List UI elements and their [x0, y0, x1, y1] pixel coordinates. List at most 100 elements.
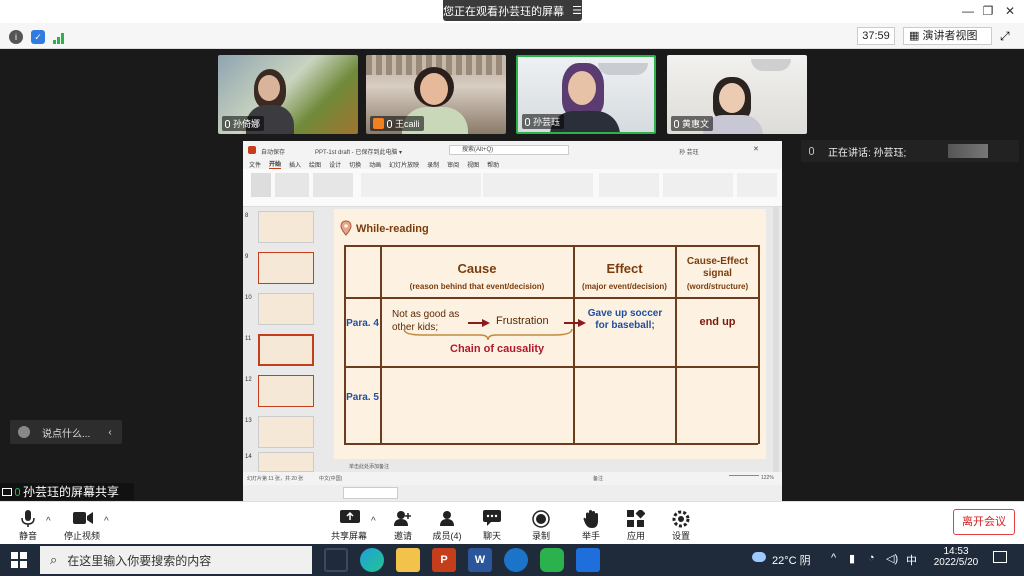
slide-thumbnail[interactable] [258, 375, 314, 407]
menu-item[interactable]: 录制 [427, 160, 439, 169]
notes-placeholder[interactable]: 单击此处添加备注 [349, 463, 389, 470]
participant-label: 王caili [370, 116, 424, 131]
mute-button[interactable]: 静音 [8, 510, 48, 542]
ppt-ribbon[interactable] [243, 169, 782, 207]
language-status: 中文(中国) [319, 476, 343, 482]
raise-hand-button[interactable]: 举手 [571, 510, 611, 542]
volume-icon[interactable]: ◁) [886, 552, 898, 565]
wechat-icon[interactable] [540, 548, 564, 572]
menu-item[interactable]: 幻灯片放映 [389, 160, 419, 169]
menu-item[interactable]: 审阅 [447, 160, 459, 169]
chat-label: 聊天 [482, 531, 501, 541]
slide-thumbnail-pane[interactable]: 8 9 10 11 12 13 14 [243, 207, 325, 472]
frustration-text: Frustration [496, 315, 549, 327]
apps-grid-icon [627, 508, 646, 527]
inner-taskbar [243, 485, 782, 501]
emoji-icon[interactable] [18, 426, 30, 438]
ribbon-group [663, 173, 733, 197]
invite-label: 邀请 [393, 531, 412, 541]
slide-thumbnail[interactable] [258, 416, 314, 448]
ie-icon[interactable] [504, 548, 528, 572]
microphone-icon [674, 119, 679, 128]
ppt-search[interactable]: 搜索(Alt+Q) [449, 145, 569, 155]
notes-button[interactable]: 备注 [593, 475, 603, 482]
menu-item[interactable]: 插入 [289, 160, 301, 169]
powerpoint-icon[interactable]: P [432, 548, 456, 572]
video-tile-active[interactable]: 孙芸珏 [516, 55, 656, 134]
inner-window-preview [343, 487, 398, 499]
chevron-up-icon[interactable]: ^ [371, 516, 376, 527]
lamp [598, 63, 648, 75]
ppt-close-icon[interactable]: ✕ [753, 145, 759, 153]
participant-label: 孙芸珏 [522, 114, 565, 129]
tencent-meeting-icon[interactable] [576, 548, 600, 572]
info-icon[interactable]: i [9, 30, 23, 44]
ime-indicator[interactable]: 中 [906, 552, 917, 568]
file-explorer-icon[interactable] [396, 548, 420, 572]
shield-icon[interactable]: ✓ [31, 30, 45, 44]
edge-icon[interactable] [360, 548, 384, 572]
stop-video-button[interactable]: 停止视频 [60, 510, 104, 542]
slide-thumbnail[interactable] [258, 293, 314, 325]
header-signal: Cause-Effect signal [686, 256, 749, 279]
ppt-titlebar: 自动保存 PPT-1st draft - 已保存到此电脑 ▾ 搜索(Alt+Q)… [243, 141, 782, 159]
slide-canvas[interactable]: While-reading Cause (reason behind that … [334, 209, 766, 459]
taskbar-search[interactable]: ⌕ 在这里输入你要搜索的内容 [40, 546, 312, 574]
chat-input[interactable]: 说点什么... ‹ [10, 420, 122, 444]
section-title: While-reading [356, 223, 429, 235]
close-icon[interactable]: ✕ [996, 2, 1024, 20]
chevron-left-icon[interactable]: ‹ [108, 427, 111, 438]
chat-button[interactable]: 聊天 [472, 510, 512, 542]
menu-item[interactable]: 帮助 [487, 160, 499, 169]
zoom-level[interactable]: 122% [761, 475, 774, 481]
screen-share-label: 孙芸珏的屏幕共享 [0, 483, 134, 500]
network-icon[interactable]: ◔ [868, 552, 875, 564]
expand-icon[interactable]: ⤢ [1000, 29, 1010, 44]
slide-thumbnail[interactable] [258, 252, 314, 284]
menu-item[interactable]: 设计 [329, 160, 341, 169]
weather-text[interactable]: 22°C 阴 [772, 552, 811, 568]
notification-icon[interactable] [993, 551, 1007, 563]
video-tile[interactable]: 王caili [366, 55, 506, 134]
word-icon[interactable]: W [468, 548, 492, 572]
share-screen-button[interactable]: 共享屏幕 [327, 510, 371, 542]
thumb-number: 9 [245, 254, 249, 260]
task-view-icon[interactable] [324, 548, 348, 572]
menu-icon[interactable]: ☰ [572, 4, 582, 17]
video-tile[interactable]: 孙倚娜 [218, 55, 358, 134]
chevron-up-icon[interactable]: ^ [831, 552, 836, 564]
scrollbar[interactable] [773, 207, 779, 472]
settings-button[interactable]: 设置 [661, 510, 701, 542]
members-button[interactable]: 成员(4) [427, 510, 467, 542]
menu-item[interactable]: 切换 [349, 160, 361, 169]
zoom-slider[interactable] [729, 475, 759, 476]
menu-item[interactable]: 动画 [369, 160, 381, 169]
video-tile[interactable]: 黄惠文 [667, 55, 807, 134]
microphone-icon[interactable]: ▮ [849, 552, 855, 565]
record-button[interactable]: 录制 [521, 510, 561, 542]
slide-thumbnail[interactable] [258, 452, 314, 472]
invite-button[interactable]: 邀请 [383, 510, 423, 542]
menu-item-active[interactable]: 开始 [269, 159, 282, 169]
windows-start-icon[interactable] [11, 552, 27, 568]
members-label: 成员(4) [432, 531, 462, 541]
participant-label: 孙倚娜 [222, 116, 265, 131]
share-banner[interactable]: 您正在观看孙芸珏的屏幕 ☰ [443, 0, 582, 21]
chevron-up-icon[interactable]: ^ [104, 516, 109, 527]
record-label: 录制 [531, 531, 550, 541]
slide-thumbnail-selected[interactable] [258, 334, 314, 366]
view-mode-button[interactable]: ▦ 演讲者视图 ▾ [903, 27, 992, 58]
leave-meeting-button[interactable]: 离开会议 [953, 509, 1015, 535]
thumb-number: 8 [245, 213, 249, 219]
menu-item[interactable]: 文件 [249, 160, 261, 169]
menu-item[interactable]: 绘图 [309, 160, 321, 169]
clock[interactable]: 14:53 2022/5/20 [932, 546, 980, 568]
shared-screen[interactable]: 自动保存 PPT-1st draft - 已保存到此电脑 ▾ 搜索(Alt+Q)… [243, 141, 782, 501]
chevron-up-icon[interactable]: ^ [46, 516, 51, 527]
slide-thumbnail[interactable] [258, 211, 314, 243]
location-pin-icon [340, 220, 352, 236]
menu-item[interactable]: 视图 [467, 160, 479, 169]
apps-button[interactable]: 应用 [616, 508, 656, 542]
participant-face [568, 71, 596, 105]
signal-icon[interactable] [53, 31, 65, 44]
